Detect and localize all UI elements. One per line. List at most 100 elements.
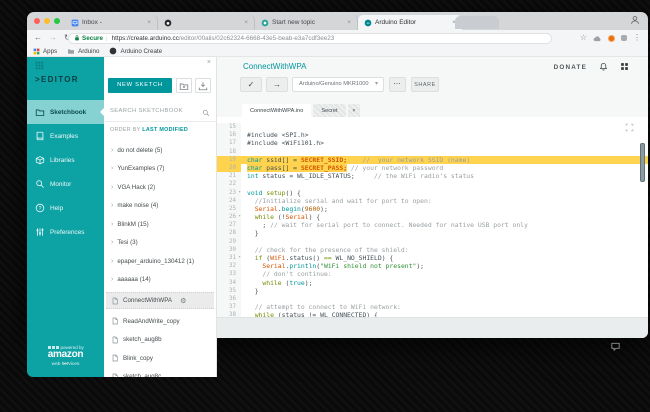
- code-line[interactable]: 31▾ if (WiFi.status() == WL_NO_SHIELD) {: [217, 254, 648, 262]
- browser-tab-start-new-topic[interactable]: Start new topic×: [255, 15, 358, 30]
- sidebar-item-monitor[interactable]: Monitor: [27, 172, 104, 196]
- code-line[interactable]: 28 }: [217, 229, 648, 237]
- upload-button[interactable]: →: [266, 77, 288, 92]
- sketch-folder-vga-hack-2[interactable]: ›VGA Hack (2): [104, 178, 216, 197]
- sketch-item-readandwrite-copy[interactable]: ReadAndWrite_copy: [104, 312, 216, 331]
- code-line[interactable]: 27 ; // wait for serial port to connect.…: [217, 221, 648, 229]
- sketch-folder-do-not-delete-5[interactable]: ›do not delete (5): [104, 141, 216, 160]
- sketch-folder-make-noise-4[interactable]: ›make noise (4): [104, 197, 216, 216]
- sketch-folder-tesi-3[interactable]: ›Tesi (3): [104, 234, 216, 253]
- code-line[interactable]: 17#include <WiFi101.h>: [217, 139, 648, 147]
- browser-profile-icon[interactable]: [630, 15, 640, 25]
- sketch-item-blink-copy[interactable]: Blink_copy: [104, 349, 216, 368]
- code-line[interactable]: 16#include <SPI.h>: [217, 131, 648, 139]
- code-line[interactable]: 15: [217, 123, 648, 131]
- tab-close-icon[interactable]: ×: [342, 19, 351, 26]
- code-line[interactable]: 26▾ while (!Serial) {: [217, 213, 648, 221]
- new-folder-button[interactable]: [176, 78, 192, 93]
- code-line[interactable]: 19char ssid[] = SECRET_SSID; // your net…: [217, 156, 648, 164]
- import-sketch-button[interactable]: [195, 78, 211, 93]
- panel-close-icon[interactable]: ×: [207, 59, 211, 66]
- share-button[interactable]: SHARE: [411, 77, 439, 92]
- verify-button[interactable]: ✓: [240, 77, 262, 92]
- bookmark-arduino[interactable]: Arduino: [67, 47, 99, 55]
- code-line[interactable]: 33 // don't continue:: [217, 270, 648, 278]
- sidebar-item-label: Help: [50, 205, 63, 212]
- browser-menu-icon[interactable]: ⋮: [633, 30, 641, 46]
- sidebar-item-examples[interactable]: Examples: [27, 124, 104, 148]
- code-line[interactable]: 21int status = WL_IDLE_STATUS; // the Wi…: [217, 172, 648, 180]
- sketch-item-sketch-aug8c[interactable]: sketch_aug8c: [104, 368, 216, 378]
- line-number: 19: [217, 156, 241, 164]
- bookmark-star-icon[interactable]: ☆: [580, 30, 587, 46]
- order-by[interactable]: ORDER BY LAST MODIFIED: [110, 127, 188, 133]
- new-tab-button[interactable]: [455, 16, 499, 29]
- code-line[interactable]: 20char pass[] = SECRET_PASS; // your net…: [217, 164, 648, 172]
- editor-tab-connectwithwpa-ino[interactable]: ConnectWithWPA.ino: [242, 104, 311, 117]
- code-line[interactable]: 22: [217, 180, 648, 188]
- gear-icon[interactable]: ⚙: [180, 297, 186, 305]
- arduino-apps-icon[interactable]: [620, 62, 629, 71]
- donate-link[interactable]: DONATE: [554, 64, 587, 71]
- code-line[interactable]: 18: [217, 148, 648, 156]
- code-line[interactable]: 34 while (true);: [217, 279, 648, 287]
- zoom-window-button[interactable]: [54, 18, 60, 24]
- address-bar[interactable]: Secure | https://create.arduino.cc/edito…: [68, 33, 552, 44]
- code-editor[interactable]: 1516#include <SPI.h>17#include <WiFi101.…: [217, 117, 648, 317]
- back-button[interactable]: ←: [34, 30, 42, 46]
- bookmark-apps[interactable]: Apps: [33, 48, 57, 55]
- chevron-right-icon: ›: [111, 147, 113, 154]
- code-line[interactable]: 37 // attempt to connect to WiFi network…: [217, 303, 648, 311]
- browser-tab-inbox[interactable]: Inbox -×: [65, 15, 158, 30]
- browser-tab-github[interactable]: ×: [158, 15, 255, 30]
- board-selector[interactable]: Arduino/Genuino MKR1000 ▾: [292, 77, 384, 92]
- code-line[interactable]: 32 Serial.println("WiFi shield not prese…: [217, 262, 648, 270]
- code-line[interactable]: 30 // check for the presence of the shie…: [217, 246, 648, 254]
- code-line[interactable]: 36: [217, 295, 648, 303]
- monitor-icon: [35, 179, 45, 189]
- code-line[interactable]: 24 //Initialize serial and wait for port…: [217, 197, 648, 205]
- svg-text:∞: ∞: [367, 20, 370, 25]
- notifications-bell-icon[interactable]: [599, 62, 608, 71]
- line-number: 28: [217, 229, 241, 237]
- sketch-folder-yunexamples-7[interactable]: ›YunExamples (7): [104, 160, 216, 179]
- sketch-file-icon: [111, 373, 119, 377]
- tab-close-icon[interactable]: ×: [142, 19, 151, 26]
- sidebar-item-sketchbook[interactable]: Sketchbook: [27, 100, 104, 124]
- editor-tabs-chevron-icon[interactable]: ▾: [348, 104, 361, 117]
- bookmark-label: Arduino Create: [120, 48, 162, 55]
- gray-extension-icon[interactable]: [621, 35, 627, 41]
- code-line[interactable]: 35 }: [217, 287, 648, 295]
- sketch-folder-blinkm-15[interactable]: ›BlinkM (15): [104, 215, 216, 234]
- fold-icon[interactable]: ▾: [238, 213, 241, 221]
- line-number: 37: [217, 303, 241, 311]
- code-line[interactable]: 23▾void setup() {: [217, 189, 648, 197]
- tab-close-icon[interactable]: ×: [239, 19, 248, 26]
- sidebar-item-help[interactable]: ?Help: [27, 196, 104, 220]
- editor-tab-secret[interactable]: Secret: [313, 104, 345, 117]
- code-line[interactable]: 29: [217, 238, 648, 246]
- fullscreen-expand-icon[interactable]: [625, 123, 634, 132]
- sketch-item-connectwithwpa[interactable]: ConnectWithWPA⚙: [106, 292, 214, 309]
- sidebar-item-preferences[interactable]: Preferences: [27, 220, 104, 244]
- code-line[interactable]: 25 Serial.begin(9600);: [217, 205, 648, 213]
- new-sketch-button[interactable]: NEW SKETCH: [108, 78, 172, 93]
- more-options-button[interactable]: ⋯: [389, 77, 406, 92]
- forward-button[interactable]: →: [49, 30, 57, 46]
- sketch-item-sketch-aug8b[interactable]: sketch_aug8b: [104, 331, 216, 350]
- close-window-button[interactable]: [34, 18, 40, 24]
- sidebar-item-libraries[interactable]: Libraries: [27, 148, 104, 172]
- fold-icon[interactable]: ▾: [238, 254, 241, 262]
- browser-tab-arduino-editor[interactable]: ∞Arduino Editor×: [358, 15, 462, 30]
- search-sketchbook-input[interactable]: [110, 108, 196, 114]
- orange-extension-icon[interactable]: [608, 35, 615, 42]
- sketch-folder-epaper-arduino-130412-1[interactable]: ›epaper_arduino_130412 (1): [104, 252, 216, 271]
- fold-icon[interactable]: ▾: [238, 189, 241, 197]
- bookmark-arduino-create[interactable]: Arduino Create: [109, 47, 162, 55]
- feedback-bubble-icon[interactable]: [610, 341, 621, 352]
- minimize-window-button[interactable]: [44, 18, 50, 24]
- cloud-extension-icon[interactable]: [593, 35, 602, 42]
- apps-grid-icon[interactable]: [35, 61, 44, 70]
- sketch-folder-aaaaaa-14[interactable]: ›aaaaaa (14): [104, 271, 216, 290]
- editor-scrollbar[interactable]: [640, 143, 645, 182]
